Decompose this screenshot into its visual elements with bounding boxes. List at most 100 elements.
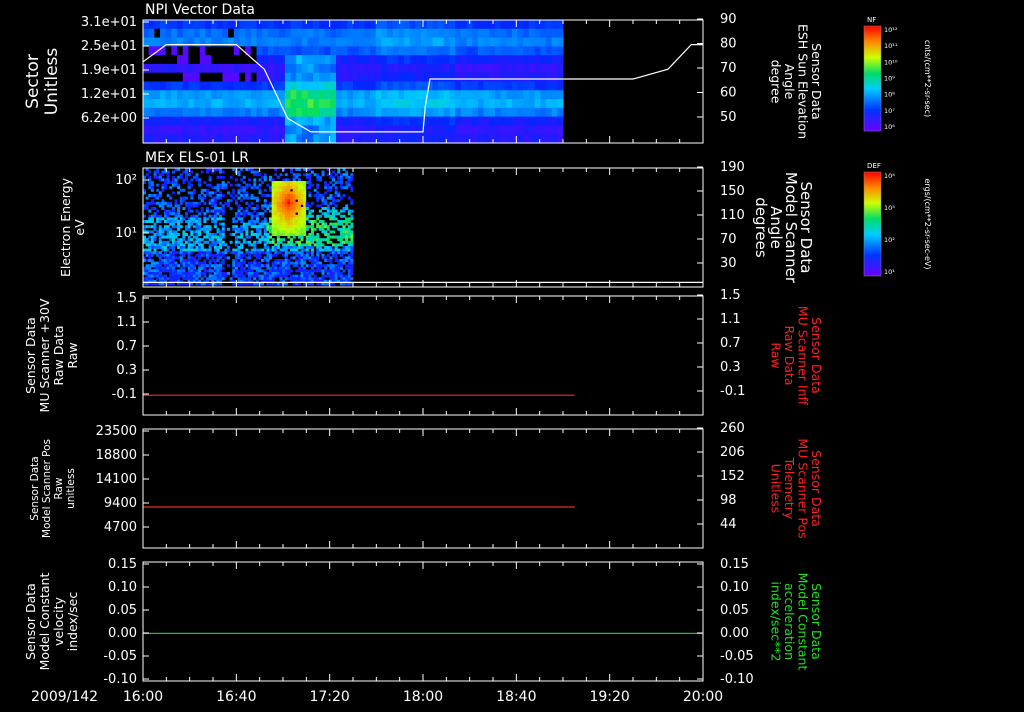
npi-heat-cell — [540, 99, 547, 109]
npi-heat-cell — [460, 37, 468, 47]
npi-heat-cell — [460, 107, 468, 118]
npi-heat-cell — [528, 63, 536, 74]
els-heat-cell — [295, 209, 299, 213]
els-heat-cell — [295, 227, 299, 231]
npi-heat-cell — [455, 116, 462, 126]
els-heat-cell — [290, 233, 294, 236]
npi-heat-cell — [290, 37, 297, 47]
els-heat-cell — [253, 272, 257, 275]
els-heat-cell — [219, 240, 223, 244]
npi-heat-cell — [324, 81, 331, 91]
els-heat-cell — [321, 173, 325, 177]
els-heat-cell — [179, 173, 183, 177]
els-heat-cell — [284, 212, 288, 216]
els-heat-cell — [161, 178, 165, 182]
els-heat-cell — [166, 201, 170, 205]
npi-heat-cell — [199, 72, 206, 82]
npi-heat-cell — [199, 134, 206, 144]
els-heat-cell — [316, 222, 320, 226]
npi-heat-cell — [279, 90, 286, 100]
time-tick-label: 18:00 — [403, 689, 443, 705]
npi-heat-cell — [177, 20, 184, 30]
els-heat-cell — [150, 201, 154, 205]
els-heat-cell — [342, 251, 346, 255]
els-heat-cell — [316, 238, 320, 242]
els-heat-cell — [174, 261, 178, 265]
els-heat-cell — [276, 181, 280, 184]
npi-heat-cell — [199, 28, 206, 39]
els-heat-cell — [316, 204, 320, 208]
els-heat-cell — [300, 238, 304, 242]
npi-colorbar-tick: 10¹⁰ — [884, 58, 898, 66]
els-heat-cell — [190, 217, 194, 221]
els-heat-cell — [203, 188, 207, 192]
npi-heat-cell — [358, 28, 365, 39]
els-heat-cell — [219, 277, 223, 281]
npi-heat-cell — [222, 134, 229, 144]
els-heat-cell — [274, 243, 278, 247]
npi-heat-cell — [182, 90, 189, 100]
npi-heat-cell — [324, 72, 331, 82]
npi-heat-cell — [409, 90, 416, 100]
els-heat-cell — [269, 225, 273, 229]
els-heat-cell — [161, 253, 165, 257]
els-heat-cell — [200, 238, 204, 242]
els-heat-cell — [274, 225, 278, 229]
els-heat-cell — [255, 204, 259, 208]
npi-heat-cell — [188, 99, 195, 109]
npi-heat-cell — [534, 107, 541, 118]
els-heat-cell — [308, 251, 312, 255]
els-heat-cell — [329, 274, 333, 278]
els-heat-cell — [326, 272, 330, 275]
els-heat-cell — [232, 269, 236, 273]
els-heat-cell — [219, 207, 223, 210]
els-heat-cell — [145, 204, 149, 208]
els-heat-cell — [240, 269, 244, 273]
els-heat-cell — [150, 274, 154, 278]
npi-heat-cell — [262, 72, 269, 82]
els-heat-cell — [274, 220, 278, 223]
els-heat-cell — [329, 188, 333, 192]
npi-heat-cell — [381, 63, 388, 74]
els-heat-cell — [240, 178, 244, 182]
npi-heat-cell — [313, 99, 320, 109]
els-heat-cell — [253, 196, 257, 200]
els-heat-cell — [190, 251, 194, 255]
els-heat-cell — [308, 243, 312, 247]
els-heat-cell — [187, 220, 191, 223]
els-heat-cell — [334, 256, 338, 260]
npi-heat-cell — [489, 20, 496, 30]
els-heat-cell — [263, 274, 267, 278]
els-heat-cell — [287, 178, 291, 182]
npi-heat-cell — [216, 116, 223, 126]
els-heat-cell — [221, 181, 225, 184]
els-heat-cell — [153, 222, 157, 226]
els-heat-cell — [177, 246, 181, 249]
els-heat-cell — [297, 220, 301, 223]
els-heat-cell — [161, 199, 165, 203]
els-heat-cell — [187, 201, 191, 205]
els-heat-cell — [287, 272, 291, 275]
els-heat-cell — [237, 173, 241, 177]
els-heat-cell — [153, 266, 157, 270]
els-heat-cell — [318, 204, 322, 208]
npi-heat-cell — [177, 99, 184, 109]
els-heat-cell — [242, 222, 246, 226]
els-heat-cell — [234, 264, 238, 268]
npi-heat-cell — [148, 81, 155, 91]
els-heat-cell — [145, 251, 149, 255]
els-heat-cell — [290, 201, 294, 205]
els-heat-cell — [347, 274, 351, 278]
els-heat-cell — [263, 220, 267, 223]
els-heat-cell — [269, 188, 273, 192]
npi-heat-cell — [353, 116, 360, 126]
els-heat-cell — [276, 188, 280, 192]
npi-heat-cell — [182, 116, 189, 126]
npi-heat-cell — [387, 99, 394, 109]
npi-heat-cell — [194, 125, 201, 135]
els-heat-cell — [161, 261, 165, 265]
npi-heat-cell — [466, 107, 473, 118]
npi-heat-cell — [472, 20, 479, 30]
els-heat-cell — [153, 246, 157, 249]
els-heat-cell — [206, 248, 210, 252]
